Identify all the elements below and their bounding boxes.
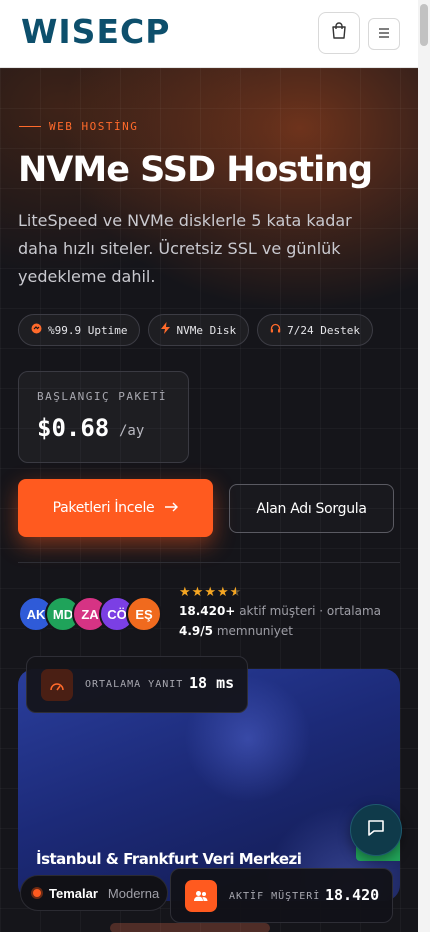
- active-customers-card: AKTİF MÜŞTERİ 18.420: [170, 868, 393, 923]
- average-rating-line: 4.9/5 memnuniyet: [179, 621, 394, 641]
- star-rating: ★★★★★: [179, 584, 394, 601]
- star-icon: ★: [216, 584, 230, 599]
- price-label: BAŞLANGIÇ PAKETİ: [37, 390, 167, 403]
- bolt-icon: [161, 321, 171, 339]
- badge-label: %99.9 Uptime: [48, 323, 128, 337]
- hero-description: LiteSpeed ve NVMe disklerle 5 kata kadar…: [18, 211, 352, 286]
- menu-button[interactable]: [368, 18, 400, 50]
- view-packages-button[interactable]: Paketleri İncele: [18, 479, 213, 537]
- domain-search-button[interactable]: Alan Adı Sorgula: [229, 484, 394, 533]
- page-title: NVMe SSD Hosting: [18, 150, 373, 190]
- bottom-glow: [110, 923, 270, 932]
- hamburger-icon: [378, 25, 390, 43]
- button-label: Alan Adı Sorgula: [256, 500, 367, 517]
- average-rating: 4.9/5: [179, 624, 213, 638]
- scrollbar-thumb[interactable]: [420, 4, 428, 46]
- speedometer-icon: [41, 669, 73, 701]
- badge-support: 7/24 Destek: [257, 314, 373, 346]
- wisecp-logo[interactable]: WISECP: [21, 14, 170, 50]
- users-icon: [185, 880, 217, 912]
- site-header: WISECP: [0, 0, 418, 68]
- customers-label: AKTİF MÜŞTERİ: [229, 891, 321, 902]
- customers-value: 18.420: [325, 886, 380, 904]
- customer-count-text: aktif müşteri · ortalama: [239, 604, 381, 618]
- badge-nvme: NVMe Disk: [148, 314, 250, 346]
- satisfaction-text: memnuniyet: [216, 624, 293, 638]
- starting-price-card: BAŞLANGIÇ PAKETİ $0.68 /ay: [18, 371, 189, 463]
- latency-value: 18 ms: [189, 674, 235, 692]
- live-chat-button[interactable]: [350, 804, 402, 856]
- latency-label: ORTALAMA YANIT: [85, 679, 184, 690]
- latency-card: ORTALAMA YANIT 18 ms: [26, 656, 248, 713]
- star-icon: ★: [179, 584, 192, 599]
- theme-switcher[interactable]: Temalar Moderna: [20, 875, 168, 911]
- theme-dot-icon: [31, 887, 43, 899]
- price-value: $0.68: [37, 414, 110, 442]
- theme-label: Temalar: [49, 885, 98, 901]
- hero-section: WEB HOSTİNG NVMe SSD Hosting LiteSpeed v…: [0, 68, 418, 932]
- badge-uptime: %99.9 Uptime: [18, 314, 141, 346]
- customer-count: 18.420+: [179, 604, 236, 618]
- customer-avatars: AK MD ZA CÖ EŞ: [18, 596, 168, 634]
- eyebrow-line: [19, 126, 41, 127]
- customer-count-line: 18.420+ aktif müşteri · ortalama: [179, 601, 394, 621]
- price-period: /ay: [119, 423, 145, 439]
- avatar: EŞ: [126, 596, 162, 632]
- half-star-icon: ★: [229, 584, 243, 599]
- eyebrow-text: WEB HOSTİNG: [49, 120, 139, 133]
- customer-rating: ★★★★★ 18.420+ aktif müşteri · ortalama 4…: [179, 584, 394, 641]
- page-scrollbar[interactable]: [418, 0, 430, 932]
- shopping-bag-icon: [331, 22, 347, 44]
- chat-bubble-icon: [366, 818, 386, 843]
- feature-badges: %99.9 Uptime NVMe Disk 7/24 Destek: [18, 314, 373, 346]
- headset-icon: [270, 321, 281, 339]
- hero-eyebrow: WEB HOSTİNG: [19, 120, 138, 133]
- button-label: Paketleri İncele: [52, 500, 155, 516]
- badge-label: 7/24 Destek: [287, 323, 360, 337]
- uptime-icon: [31, 321, 42, 339]
- section-divider: [18, 562, 400, 563]
- star-icon: ★: [204, 584, 217, 599]
- theme-value: Moderna: [107, 885, 160, 901]
- logo-text: WISECP: [21, 12, 171, 51]
- star-icon: ★: [191, 584, 205, 599]
- datacenter-title: İstanbul & Frankfurt Veri Merkezi: [36, 850, 302, 868]
- badge-label: NVMe Disk: [176, 323, 237, 337]
- cart-button[interactable]: [318, 12, 360, 54]
- arrow-right-icon: [164, 500, 179, 516]
